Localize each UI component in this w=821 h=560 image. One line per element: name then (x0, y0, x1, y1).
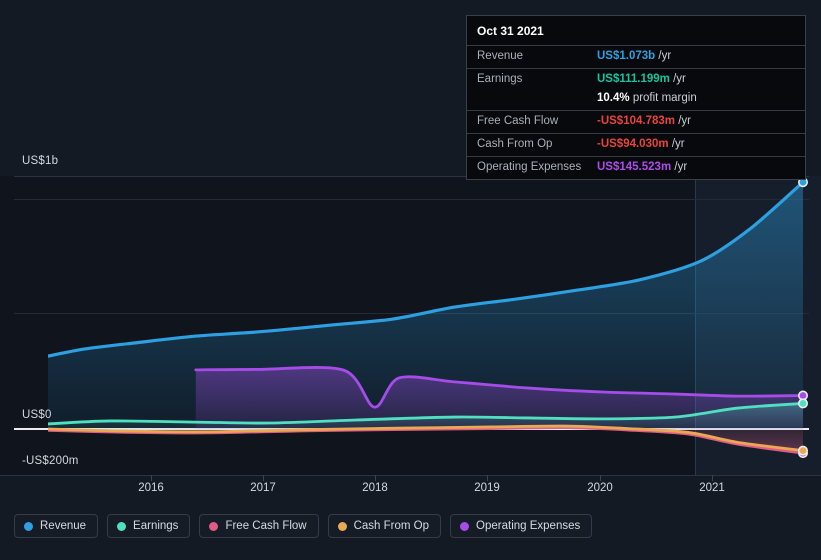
x-axis-line (0, 475, 821, 476)
legend-dot-cash-from-op-icon (337, 521, 347, 531)
legend-item-operating-expenses[interactable]: Operating Expenses (450, 514, 593, 538)
zero-baseline (14, 428, 809, 430)
x-tick-2019 (487, 475, 488, 481)
tooltip-row-revenue: Revenue US$1.073b /yr (467, 45, 805, 68)
legend-dot-free-cash-flow-icon (209, 521, 219, 531)
tooltip-label-revenue: Revenue (477, 50, 524, 62)
chart-legend: Revenue Earnings Free Cash Flow Cash Fro… (14, 514, 593, 538)
legend-dot-operating-expenses-icon (460, 521, 470, 531)
legend-item-earnings[interactable]: Earnings (107, 514, 191, 538)
tooltip-panel: Oct 31 2021 Revenue US$1.073b /yr Earnin… (466, 15, 806, 180)
tooltip-number-earnings: US$111.199m (597, 73, 670, 85)
x-tick-2020 (600, 475, 601, 481)
tooltip-row-cash-from-op: Cash From Op -US$94.030m /yr (467, 133, 805, 156)
tooltip-unit-cash-from-op: /yr (671, 138, 685, 150)
x-tick-label-2019: 2019 (474, 482, 500, 494)
tooltip-unit-profit-margin: profit margin (632, 92, 697, 104)
tooltip-unit-operating-expenses: /yr (674, 161, 688, 173)
x-tick-label-2016: 2016 (138, 482, 164, 494)
legend-dot-revenue-icon (24, 521, 33, 531)
tooltip-unit-revenue: /yr (658, 50, 672, 62)
tooltip-title: Oct 31 2021 (477, 24, 544, 38)
tooltip-label-earnings: Earnings (477, 73, 523, 85)
tooltip-row-free-cash-flow: Free Cash Flow -US$104.783m /yr (467, 110, 805, 133)
tooltip-row-profit-margin: 10.4% profit margin (467, 91, 805, 110)
gridline-mid (14, 313, 809, 314)
x-tick-label-2018: 2018 (362, 482, 388, 494)
legend-item-cash-from-op[interactable]: Cash From Op (327, 514, 442, 538)
tooltip-number-operating-expenses: US$145.523m (597, 161, 672, 173)
tooltip-value-operating-expenses: US$145.523m /yr (597, 160, 687, 175)
tooltip-row-operating-expenses: Operating Expenses US$145.523m /yr (467, 156, 805, 179)
x-tick-2018 (375, 475, 376, 481)
tooltip-number-revenue: US$1.073b (597, 50, 656, 62)
tooltip-number-free-cash-flow: -US$104.783m (597, 115, 675, 127)
tooltip-number-profit-margin: 10.4% (597, 92, 630, 104)
gridline-1b (14, 199, 809, 200)
y-tick-label-1b: US$1b (22, 155, 59, 167)
x-tick-2021 (712, 475, 713, 481)
tooltip-unit-free-cash-flow: /yr (678, 115, 691, 127)
financial-chart-screenshot: US$1b US$0 -US$200m 2016 2017 2018 2019 … (0, 0, 821, 560)
x-tick-label-2020: 2020 (587, 482, 613, 494)
x-tick-label-2021: 2021 (699, 482, 725, 494)
tooltip-value-profit-margin: 10.4% profit margin (597, 91, 697, 106)
tooltip-label-cash-from-op: Cash From Op (477, 138, 553, 150)
tooltip-value-cash-from-op: -US$94.030m /yr (597, 137, 685, 152)
tooltip-row-earnings: Earnings US$111.199m /yr (467, 68, 805, 91)
legend-label-cash-from-op: Cash From Op (353, 520, 430, 532)
legend-label-earnings: Earnings (133, 520, 179, 532)
tooltip-label-free-cash-flow: Free Cash Flow (477, 115, 559, 127)
tooltip-label-operating-expenses: Operating Expenses (477, 161, 582, 173)
tooltip-value-free-cash-flow: -US$104.783m /yr (597, 114, 691, 129)
legend-item-revenue[interactable]: Revenue (14, 514, 99, 538)
x-tick-2017 (263, 475, 264, 481)
legend-item-free-cash-flow[interactable]: Free Cash Flow (199, 514, 319, 538)
legend-label-free-cash-flow: Free Cash Flow (225, 520, 307, 532)
tooltip-value-revenue: US$1.073b /yr (597, 49, 671, 64)
tooltip-unit-earnings: /yr (673, 73, 686, 85)
forecast-band (695, 176, 821, 475)
y-tick-label-neg200m: -US$200m (22, 455, 79, 467)
legend-dot-earnings-icon (117, 521, 127, 531)
y-tick-label-0: US$0 (22, 409, 52, 421)
forecast-divider (695, 176, 696, 475)
tooltip-value-earnings: US$111.199m /yr (597, 72, 686, 87)
x-tick-label-2017: 2017 (250, 482, 276, 494)
legend-label-operating-expenses: Operating Expenses (476, 520, 581, 532)
tooltip-number-cash-from-op: -US$94.030m (597, 138, 669, 150)
x-tick-2016 (151, 475, 152, 481)
legend-label-revenue: Revenue (40, 520, 87, 532)
